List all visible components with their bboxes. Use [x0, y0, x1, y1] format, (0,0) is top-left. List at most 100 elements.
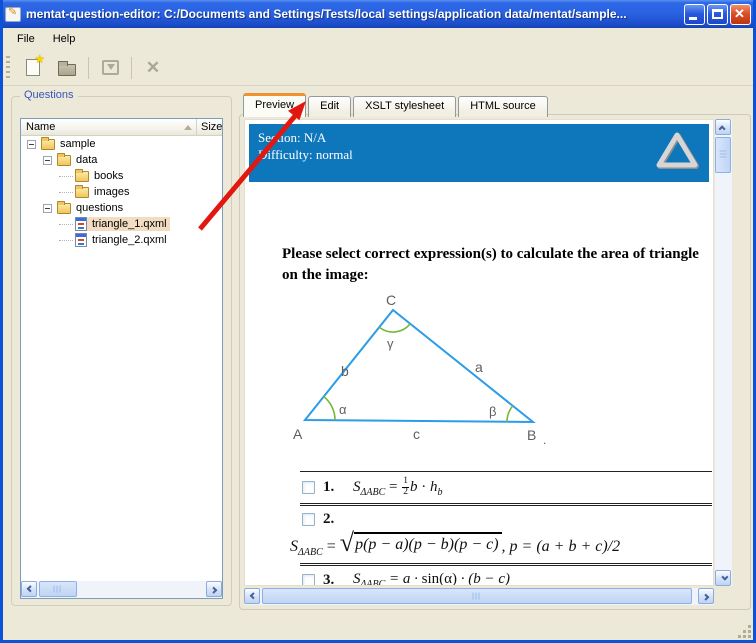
save-icon [101, 60, 119, 75]
tab-bar: Preview Edit XSLT stylesheet HTML source [243, 93, 550, 117]
tab-xslt-stylesheet[interactable]: XSLT stylesheet [353, 96, 457, 117]
tree-item-data[interactable]: data [21, 152, 222, 168]
triangle-logo-icon [656, 132, 699, 169]
minimize-button[interactable] [684, 3, 705, 25]
scroll-left-button[interactable] [244, 588, 260, 604]
difficulty-text: Difficulty: normal [258, 147, 353, 162]
tree-column-name[interactable]: Name [21, 121, 196, 133]
folder-icon [57, 200, 71, 214]
save-button[interactable] [97, 55, 123, 81]
folder-icon [75, 184, 89, 198]
collapse-icon[interactable] [27, 139, 36, 149]
answer-2-number: 2. [323, 510, 335, 527]
tab-edit[interactable]: Edit [308, 96, 352, 117]
answer-row-3: 3. SΔABC = a · sin(α) · (b − c) [300, 566, 712, 586]
open-folder-icon [58, 60, 76, 76]
triangle-figure: C A B b a c α β γ . [285, 292, 713, 453]
qxml-file-icon [75, 217, 87, 231]
tree-item-questions[interactable]: questions [21, 200, 222, 216]
scrollbar-thumb[interactable] [715, 137, 731, 173]
delete-icon: ✕ [145, 58, 161, 77]
qxml-file-icon [75, 233, 87, 247]
selected-row-highlight: triangle_1.qxml [75, 217, 170, 231]
tree-connector [59, 175, 73, 177]
question-header-banner: Section: N/A Difficulty: normal [249, 124, 709, 182]
folder-icon [75, 168, 89, 182]
tree-item-books[interactable]: books [21, 168, 222, 184]
folder-icon [41, 136, 55, 150]
tree-item-images[interactable]: images [21, 184, 222, 200]
question-text: Please select correct expression(s) to c… [282, 246, 699, 283]
toolbar-separator [88, 56, 89, 79]
answer-3-number: 3. [323, 572, 335, 586]
folder-icon [57, 152, 71, 166]
toolbar-drag-handle[interactable] [6, 55, 10, 80]
menu-bar: File Help [3, 28, 753, 50]
app-window: mentat-question-editor: C:/Documents and… [0, 0, 756, 643]
tab-preview[interactable]: Preview [243, 93, 307, 117]
menu-help[interactable]: Help [44, 30, 85, 48]
sort-arrow-icon [184, 124, 192, 130]
answer-table: 1. SΔABC = 12b · hb 2. SΔABC = √ p(p − a… [290, 471, 712, 586]
open-folder-button[interactable] [54, 55, 80, 81]
window-title: mentat-question-editor: C:/Documents and… [26, 7, 627, 21]
section-text: Section: N/A [258, 130, 327, 145]
maximize-button[interactable] [707, 3, 728, 25]
preview-vertical-scrollbar[interactable] [715, 119, 732, 586]
scroll-down-button[interactable] [715, 570, 731, 586]
side-b-label: b [341, 363, 349, 379]
tree-item-sample[interactable]: sample [21, 136, 222, 152]
toolbar-separator [131, 56, 132, 79]
scroll-right-button[interactable] [206, 581, 222, 597]
preview-document: Section: N/A Difficulty: normal Please s… [244, 119, 714, 586]
resize-grip[interactable] [738, 625, 751, 638]
tree-connector [59, 239, 73, 241]
scrollbar-thumb[interactable] [262, 588, 692, 604]
tree-horizontal-scrollbar[interactable] [21, 581, 222, 598]
collapse-icon[interactable] [43, 155, 52, 165]
scroll-left-button[interactable] [21, 581, 37, 597]
answer-1-checkbox[interactable] [302, 480, 315, 494]
tree-item-triangle-1[interactable]: triangle_1.qxml [21, 216, 222, 232]
new-document-button[interactable] [20, 52, 46, 81]
menu-file[interactable]: File [8, 30, 44, 48]
app-icon [5, 5, 21, 22]
questions-panel: Questions Name Size sample data books im… [11, 89, 232, 606]
answer-row-2: 2. SΔABC = √ p(p − a)(p − b)(p − c), p = … [290, 506, 712, 567]
scroll-up-button[interactable] [715, 119, 731, 135]
answer-row-1: 1. SΔABC = 12b · hb [300, 472, 712, 506]
side-a-label: a [475, 359, 483, 375]
scrollbar-thumb[interactable] [39, 581, 77, 597]
preview-horizontal-scrollbar[interactable] [244, 588, 714, 605]
vertex-b-label: B [527, 427, 536, 443]
tree-connector [59, 223, 73, 225]
scroll-right-button[interactable] [698, 588, 714, 604]
angle-beta-label: β [489, 404, 496, 419]
tree-item-triangle-2[interactable]: triangle_2.qxml [21, 232, 222, 248]
sentence-period: . [543, 433, 546, 447]
tree-header: Name Size [21, 119, 222, 136]
answer-1-formula: SΔABC = 12b · hb [353, 476, 443, 498]
questions-tree: Name Size sample data books images quest… [20, 118, 223, 599]
new-document-icon [26, 52, 45, 76]
tab-html-source[interactable]: HTML source [458, 96, 548, 117]
answer-2-formula: SΔABC = √ p(p − a)(p − b)(p − c), p = (a … [290, 527, 621, 559]
toolbar: ✕ [3, 50, 753, 86]
answer-3-checkbox[interactable] [302, 574, 315, 585]
tree-connector [59, 191, 73, 193]
title-bar[interactable]: mentat-question-editor: C:/Documents and… [3, 0, 753, 28]
vertex-c-label: C [386, 292, 396, 308]
vertex-a-label: A [293, 426, 303, 442]
answer-3-formula: SΔABC = a · sin(α) · (b − c) [353, 571, 511, 586]
questions-panel-label: Questions [20, 89, 78, 101]
answer-2-checkbox[interactable] [302, 512, 315, 526]
preview-panel: Section: N/A Difficulty: normal Please s… [239, 114, 751, 610]
close-button[interactable]: ✕ [730, 3, 751, 25]
angle-gamma-label: γ [387, 336, 394, 351]
answer-1-number: 1. [323, 478, 335, 495]
side-c-label: c [413, 426, 420, 442]
collapse-icon[interactable] [43, 203, 52, 213]
angle-alpha-label: α [339, 402, 347, 417]
delete-button[interactable]: ✕ [140, 55, 166, 81]
tree-column-size[interactable]: Size [196, 119, 222, 135]
